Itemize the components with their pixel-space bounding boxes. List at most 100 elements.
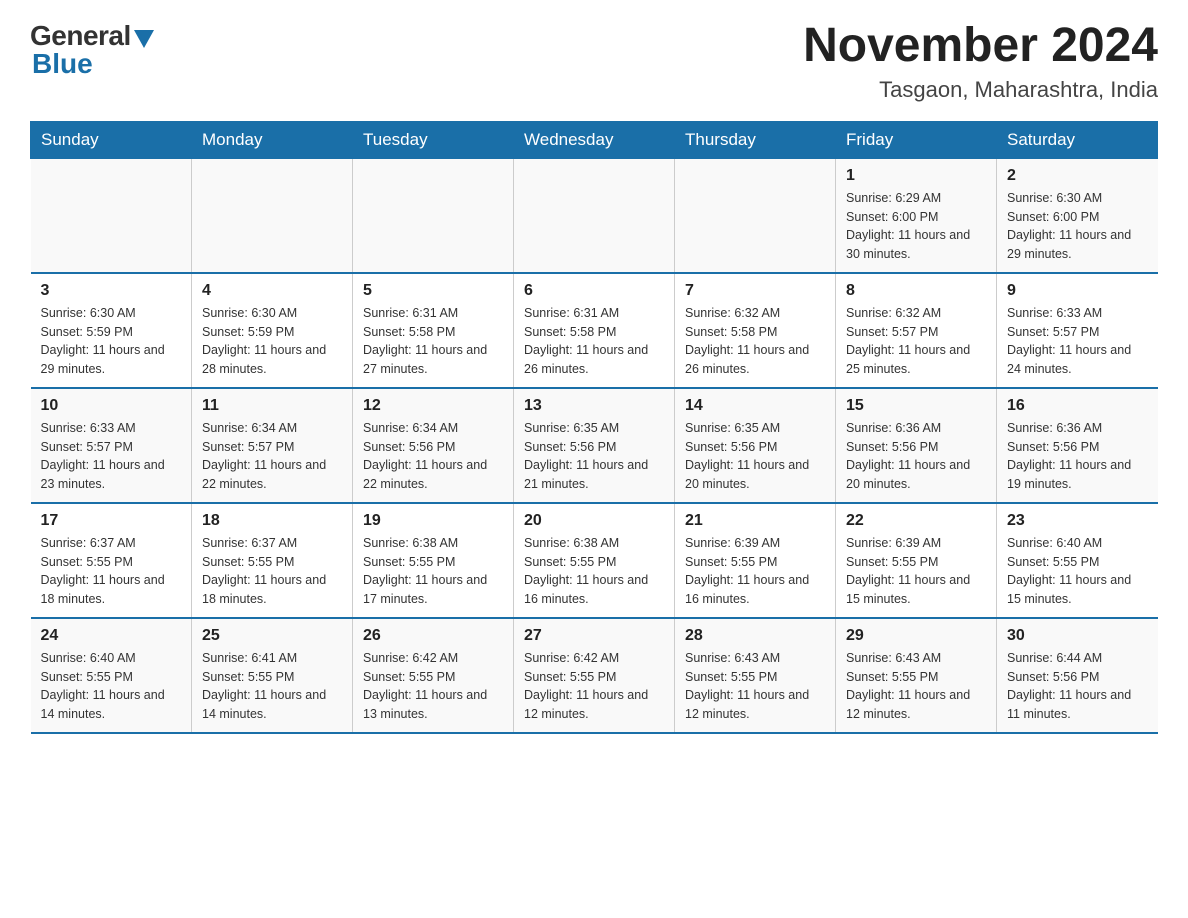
day-of-week-header: Saturday bbox=[997, 121, 1158, 158]
calendar-cell: 23 Sunrise: 6:40 AMSunset: 5:55 PMDayligh… bbox=[997, 503, 1158, 618]
day-info: Sunrise: 6:33 AMSunset: 5:57 PMDaylight:… bbox=[1007, 304, 1148, 379]
day-info: Sunrise: 6:39 AMSunset: 5:55 PMDaylight:… bbox=[685, 534, 825, 609]
calendar-cell: 5Sunrise: 6:31 AMSunset: 5:58 PMDaylight… bbox=[353, 273, 514, 388]
calendar-cell bbox=[514, 158, 675, 273]
calendar-cell: 11Sunrise: 6:34 AMSunset: 5:57 PMDayligh… bbox=[192, 388, 353, 503]
day-number: 17 bbox=[41, 512, 182, 530]
calendar-cell: 15 Sunrise: 6:36 AMSunset: 5:56 PMDayligh… bbox=[836, 388, 997, 503]
day-number: 18 bbox=[202, 512, 342, 530]
calendar-cell: 1 Sunrise: 6:29 AMSunset: 6:00 PMDaylight… bbox=[836, 158, 997, 273]
day-number: 10 bbox=[41, 397, 182, 415]
calendar-cell: 28 Sunrise: 6:43 AMSunset: 5:55 PMDayligh… bbox=[675, 618, 836, 733]
day-number: 6 bbox=[524, 282, 664, 300]
calendar-week-row: 17 Sunrise: 6:37 AMSunset: 5:55 PMDayligh… bbox=[31, 503, 1158, 618]
day-number: 24 bbox=[41, 627, 182, 645]
day-number: 23 bbox=[1007, 512, 1148, 530]
day-number: 30 bbox=[1007, 627, 1148, 645]
title-area: November 2024 Tasgaon, Maharashtra, Indi… bbox=[803, 20, 1158, 103]
calendar-cell: 3 Sunrise: 6:30 AMSunset: 5:59 PMDaylight… bbox=[31, 273, 192, 388]
calendar-cell: 25Sunrise: 6:41 AMSunset: 5:55 PMDayligh… bbox=[192, 618, 353, 733]
day-number: 16 bbox=[1007, 397, 1148, 415]
calendar-cell: 29 Sunrise: 6:43 AMSunset: 5:55 PMDayligh… bbox=[836, 618, 997, 733]
calendar-cell: 30 Sunrise: 6:44 AMSunset: 5:56 PMDayligh… bbox=[997, 618, 1158, 733]
calendar-cell bbox=[192, 158, 353, 273]
day-info: Sunrise: 6:30 AMSunset: 5:59 PMDaylight:… bbox=[41, 304, 182, 379]
day-of-week-header: Sunday bbox=[31, 121, 192, 158]
logo: General Blue bbox=[30, 20, 154, 80]
day-number: 3 bbox=[41, 282, 182, 300]
day-info: Sunrise: 6:30 AMSunset: 5:59 PMDaylight:… bbox=[202, 304, 342, 379]
day-info: Sunrise: 6:40 AMSunset: 5:55 PMDaylight:… bbox=[1007, 534, 1148, 609]
calendar-cell: 10 Sunrise: 6:33 AMSunset: 5:57 PMDayligh… bbox=[31, 388, 192, 503]
day-number: 28 bbox=[685, 627, 825, 645]
day-info: Sunrise: 6:37 AMSunset: 5:55 PMDaylight:… bbox=[202, 534, 342, 609]
day-info: Sunrise: 6:41 AMSunset: 5:55 PMDaylight:… bbox=[202, 649, 342, 724]
calendar-cell: 7 Sunrise: 6:32 AMSunset: 5:58 PMDaylight… bbox=[675, 273, 836, 388]
day-number: 21 bbox=[685, 512, 825, 530]
calendar-cell bbox=[675, 158, 836, 273]
day-number: 13 bbox=[524, 397, 664, 415]
day-number: 4 bbox=[202, 282, 342, 300]
day-number: 1 bbox=[846, 167, 986, 185]
day-info: Sunrise: 6:34 AMSunset: 5:56 PMDaylight:… bbox=[363, 419, 503, 494]
day-of-week-header: Friday bbox=[836, 121, 997, 158]
header-row: SundayMondayTuesdayWednesdayThursdayFrid… bbox=[31, 121, 1158, 158]
month-title: November 2024 bbox=[803, 20, 1158, 73]
day-info: Sunrise: 6:37 AMSunset: 5:55 PMDaylight:… bbox=[41, 534, 182, 609]
day-info: Sunrise: 6:43 AMSunset: 5:55 PMDaylight:… bbox=[685, 649, 825, 724]
day-number: 5 bbox=[363, 282, 503, 300]
calendar-cell: 21 Sunrise: 6:39 AMSunset: 5:55 PMDayligh… bbox=[675, 503, 836, 618]
calendar-cell: 16 Sunrise: 6:36 AMSunset: 5:56 PMDayligh… bbox=[997, 388, 1158, 503]
calendar-cell: 9 Sunrise: 6:33 AMSunset: 5:57 PMDaylight… bbox=[997, 273, 1158, 388]
location-text: Tasgaon, Maharashtra, India bbox=[803, 77, 1158, 103]
day-of-week-header: Monday bbox=[192, 121, 353, 158]
calendar-week-row: 10 Sunrise: 6:33 AMSunset: 5:57 PMDayligh… bbox=[31, 388, 1158, 503]
day-number: 15 bbox=[846, 397, 986, 415]
calendar-cell: 26 Sunrise: 6:42 AMSunset: 5:55 PMDayligh… bbox=[353, 618, 514, 733]
day-number: 7 bbox=[685, 282, 825, 300]
day-number: 22 bbox=[846, 512, 986, 530]
calendar-cell: 12 Sunrise: 6:34 AMSunset: 5:56 PMDayligh… bbox=[353, 388, 514, 503]
day-number: 9 bbox=[1007, 282, 1148, 300]
day-info: Sunrise: 6:36 AMSunset: 5:56 PMDaylight:… bbox=[846, 419, 986, 494]
calendar-cell: 4 Sunrise: 6:30 AMSunset: 5:59 PMDaylight… bbox=[192, 273, 353, 388]
day-info: Sunrise: 6:31 AMSunset: 5:58 PMDaylight:… bbox=[524, 304, 664, 379]
calendar-body: 1 Sunrise: 6:29 AMSunset: 6:00 PMDaylight… bbox=[31, 158, 1158, 733]
day-number: 11 bbox=[202, 397, 342, 415]
calendar-cell: 17 Sunrise: 6:37 AMSunset: 5:55 PMDayligh… bbox=[31, 503, 192, 618]
day-info: Sunrise: 6:33 AMSunset: 5:57 PMDaylight:… bbox=[41, 419, 182, 494]
day-number: 26 bbox=[363, 627, 503, 645]
day-number: 27 bbox=[524, 627, 664, 645]
day-number: 20 bbox=[524, 512, 664, 530]
day-of-week-header: Wednesday bbox=[514, 121, 675, 158]
logo-triangle-icon bbox=[134, 30, 154, 48]
calendar-cell: 22Sunrise: 6:39 AMSunset: 5:55 PMDayligh… bbox=[836, 503, 997, 618]
day-of-week-header: Thursday bbox=[675, 121, 836, 158]
calendar-cell: 24Sunrise: 6:40 AMSunset: 5:55 PMDayligh… bbox=[31, 618, 192, 733]
day-info: Sunrise: 6:42 AMSunset: 5:55 PMDaylight:… bbox=[363, 649, 503, 724]
calendar-cell: 18 Sunrise: 6:37 AMSunset: 5:55 PMDayligh… bbox=[192, 503, 353, 618]
calendar-week-row: 1 Sunrise: 6:29 AMSunset: 6:00 PMDaylight… bbox=[31, 158, 1158, 273]
day-info: Sunrise: 6:32 AMSunset: 5:58 PMDaylight:… bbox=[685, 304, 825, 379]
page-header: General Blue November 2024 Tasgaon, Maha… bbox=[30, 20, 1158, 103]
day-info: Sunrise: 6:36 AMSunset: 5:56 PMDaylight:… bbox=[1007, 419, 1148, 494]
day-number: 8 bbox=[846, 282, 986, 300]
logo-blue-text: Blue bbox=[32, 48, 93, 80]
day-number: 12 bbox=[363, 397, 503, 415]
calendar-cell: 19 Sunrise: 6:38 AMSunset: 5:55 PMDayligh… bbox=[353, 503, 514, 618]
day-info: Sunrise: 6:42 AMSunset: 5:55 PMDaylight:… bbox=[524, 649, 664, 724]
day-info: Sunrise: 6:38 AMSunset: 5:55 PMDaylight:… bbox=[524, 534, 664, 609]
day-of-week-header: Tuesday bbox=[353, 121, 514, 158]
day-number: 29 bbox=[846, 627, 986, 645]
calendar-header: SundayMondayTuesdayWednesdayThursdayFrid… bbox=[31, 121, 1158, 158]
day-info: Sunrise: 6:44 AMSunset: 5:56 PMDaylight:… bbox=[1007, 649, 1148, 724]
day-info: Sunrise: 6:43 AMSunset: 5:55 PMDaylight:… bbox=[846, 649, 986, 724]
day-info: Sunrise: 6:30 AMSunset: 6:00 PMDaylight:… bbox=[1007, 189, 1148, 264]
day-number: 19 bbox=[363, 512, 503, 530]
calendar-table: SundayMondayTuesdayWednesdayThursdayFrid… bbox=[30, 121, 1158, 734]
day-info: Sunrise: 6:32 AMSunset: 5:57 PMDaylight:… bbox=[846, 304, 986, 379]
calendar-week-row: 24Sunrise: 6:40 AMSunset: 5:55 PMDayligh… bbox=[31, 618, 1158, 733]
day-info: Sunrise: 6:38 AMSunset: 5:55 PMDaylight:… bbox=[363, 534, 503, 609]
calendar-cell bbox=[353, 158, 514, 273]
day-info: Sunrise: 6:29 AMSunset: 6:00 PMDaylight:… bbox=[846, 189, 986, 264]
